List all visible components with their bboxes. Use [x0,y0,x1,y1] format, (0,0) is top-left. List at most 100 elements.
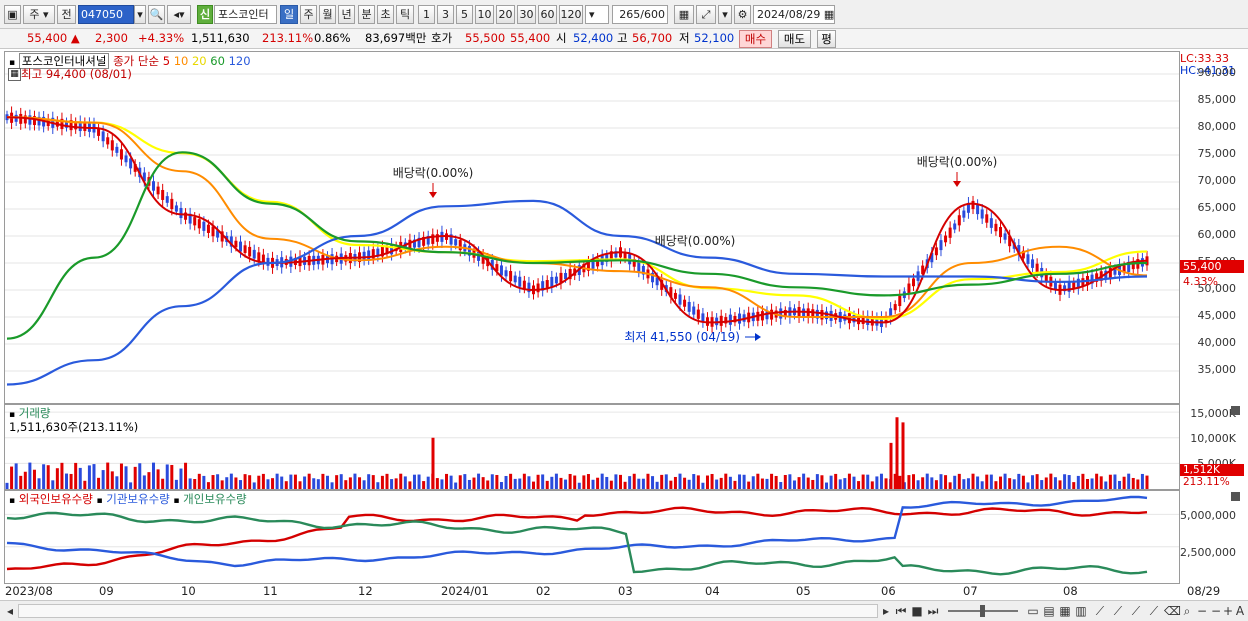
candle-body [156,186,160,195]
zoom-icon[interactable]: ⌕ [1180,604,1194,619]
range-custom-input[interactable]: ▾ [585,5,609,24]
tab-day[interactable]: 일 [280,5,298,24]
volume-bar [312,478,316,489]
range-60[interactable]: 60 [538,5,557,24]
candle-body [825,311,829,320]
close-icon[interactable] [1231,492,1240,501]
candle-body [522,280,526,289]
tab-tick[interactable]: 틱 [396,5,414,24]
volume-bar [770,473,774,489]
eraser-icon[interactable]: ⌫ [1164,604,1181,619]
chart-icon[interactable]: ▥ [1074,604,1088,619]
grid-icon[interactable]: ▦ [1058,604,1072,619]
hold-tick-2.5m: 2,500,000 [1180,546,1236,559]
tab-year[interactable]: 년 [338,5,355,24]
text-tool-icon[interactable]: A [1234,604,1246,619]
trend-line-icon[interactable]: ⟋ [1128,604,1144,619]
x-label: 03 [618,584,633,598]
scroll-left-icon[interactable]: ◂ [4,604,16,619]
range-5[interactable]: 5 [456,5,473,24]
high-price: 56,700 [632,31,673,45]
volume-bar [394,478,398,489]
volume-bar [37,478,41,489]
image-icon[interactable]: ▭ [1026,604,1040,619]
volume-bar [710,473,714,489]
first-icon[interactable]: ⏮ [894,604,908,619]
volume-bar [211,475,215,489]
volume-spike-bar [431,437,435,489]
count-field[interactable]: 265/600 [612,5,668,24]
volume-bar [747,481,751,489]
zoom-slider-handle[interactable] [980,605,985,617]
range-3[interactable]: 3 [437,5,454,24]
price-tick: 35,000 [1197,363,1237,376]
eval-button[interactable]: 평 [817,30,836,48]
volume-bar [1136,479,1140,489]
table-icon[interactable]: ▦ [8,68,21,81]
buy-button[interactable]: 매수 [739,30,772,48]
sell-button[interactable]: 매도 [778,30,811,48]
volume-bar [944,475,948,489]
tab-minute[interactable]: 분 [358,5,375,24]
search-icon[interactable]: 🔍 [148,5,165,24]
close-icon[interactable] [1231,406,1240,415]
volume-bar [701,482,705,489]
volume-bar [618,474,622,489]
draw-tool-icon[interactable]: ⤢ [696,5,716,24]
trend-line-icon[interactable]: ⟋ [1146,604,1162,619]
volume-bar [1044,477,1048,489]
holding-panel[interactable]: ▪ 외국인보유수량 ▪ 기관보유수량 ▪ 개인보유수량 [4,490,1180,584]
candle-body [898,295,902,307]
zoom-in-icon[interactable]: + [1222,604,1234,619]
volume-bar [1131,477,1135,489]
sound-icon[interactable]: ◂▾ [167,5,191,24]
bid-price: 55,400 [510,31,551,45]
volume-bar [1085,478,1089,489]
volume-chart[interactable] [5,405,1179,489]
range-10[interactable]: 10 [475,5,494,24]
volume-panel[interactable]: ▪ 거래량 1,511,630주(213.11%) [4,404,1180,490]
table-icon[interactable]: ▤ [1042,604,1056,619]
period-select[interactable]: 주 ▾ [23,5,55,24]
gear-icon[interactable]: ⚙ [734,5,751,24]
candle-body [170,198,174,210]
trend-line-icon[interactable]: ⟋ [1110,604,1126,619]
candle-body [28,115,32,125]
volume-bar [271,478,275,489]
candle-body [673,292,677,299]
tab-second[interactable]: 초 [377,5,394,24]
volume-bar [545,480,549,489]
grid-icon[interactable]: ▦ [674,5,694,24]
window-icon[interactable]: ▣ [4,5,21,24]
volume-bar [646,473,650,489]
ma-20: 20 [191,54,207,68]
ma-120: 120 [228,54,251,68]
code-dropdown-icon[interactable]: ▾ [134,5,146,24]
last-icon[interactable]: ⏭ [926,604,940,619]
range-30[interactable]: 30 [517,5,536,24]
range-1[interactable]: 1 [418,5,435,24]
volume-bar [422,481,426,489]
date-input[interactable]: 2024/08/29 ▦ [753,5,835,24]
minus-icon[interactable]: − [1210,604,1222,619]
price-chart[interactable]: 배당락(0.00%) 배당락(0.00%) 배당락(0.00%) 최저 41,550 … [5,52,1179,403]
ma-60: 60 [210,54,225,68]
stock-code-input[interactable]: 047050 [78,5,134,24]
stop-icon[interactable]: ■ [910,604,924,619]
range-120[interactable]: 120 [559,5,583,24]
tab-month[interactable]: 월 [319,5,336,24]
scroll-track[interactable] [18,604,878,618]
volume-spike-bar [901,422,905,489]
tool-dropdown-icon[interactable]: ▾ [718,5,732,24]
zoom-out-icon[interactable]: − [1196,604,1208,619]
prev-button[interactable]: 전 [57,5,76,24]
tab-week[interactable]: 주 [300,5,317,24]
trend-line-icon[interactable]: ⟋ [1092,604,1108,619]
scroll-right-icon[interactable]: ▸ [880,604,892,619]
price-chart-panel[interactable]: 배당락(0.00%) 배당락(0.00%) 배당락(0.00%) 최저 41,550 … [4,51,1180,404]
trade-amount: 83,697백만 [365,31,427,45]
last-volume-tag: 1,512K [1180,464,1244,476]
volume-ratio: 213.11% [262,31,314,45]
range-20[interactable]: 20 [496,5,515,24]
volume-bar [110,471,114,489]
